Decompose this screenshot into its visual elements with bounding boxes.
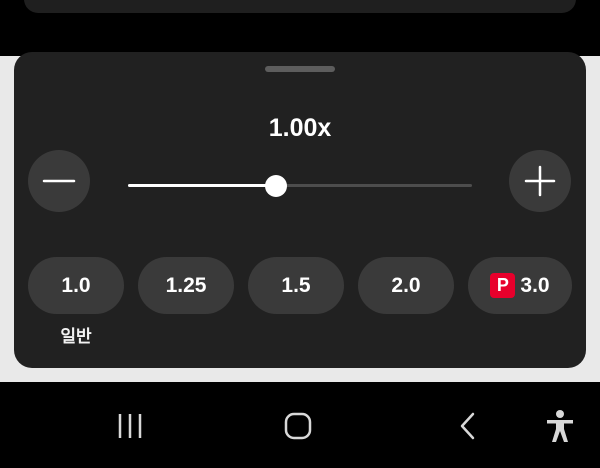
accessibility-icon: [547, 410, 573, 442]
back-button[interactable]: [450, 406, 486, 446]
speed-preset-1-25[interactable]: 1.25: [138, 257, 234, 314]
current-speed-label: 1.00x: [268, 114, 332, 142]
back-icon: [460, 412, 475, 440]
accessibility-button[interactable]: [540, 406, 580, 446]
preset-label: 2.0: [391, 273, 421, 297]
screen: 1.00x 1.0 1.25 1.5 2.0 P 3.0 일반: [0, 0, 600, 468]
minus-icon: [42, 179, 76, 183]
speed-preset-3-0[interactable]: P 3.0: [468, 257, 572, 314]
preset-label: 1.0: [61, 273, 91, 297]
playback-speed-sheet: 1.00x 1.0 1.25 1.5 2.0 P 3.0 일반: [14, 52, 586, 368]
recents-icon: [118, 414, 142, 438]
preset-label: 3.0: [520, 273, 550, 297]
speed-preset-1-5[interactable]: 1.5: [248, 257, 344, 314]
plus-icon: [524, 165, 556, 197]
sheet-drag-handle[interactable]: [265, 66, 335, 72]
decrease-speed-button[interactable]: [28, 150, 90, 212]
speed-preset-1-0[interactable]: 1.0: [28, 257, 124, 314]
premium-badge: P: [490, 273, 516, 298]
speed-slider[interactable]: [128, 174, 472, 198]
system-navigation-bar: [0, 384, 600, 468]
normal-speed-caption: 일반: [60, 327, 92, 347]
increase-speed-button[interactable]: [509, 150, 571, 212]
slider-thumb[interactable]: [264, 175, 287, 197]
preset-label: 1.25: [165, 273, 207, 297]
slider-fill: [128, 184, 276, 187]
home-icon: [284, 412, 312, 440]
recents-button[interactable]: [112, 406, 148, 446]
speed-preset-2-0[interactable]: 2.0: [358, 257, 454, 314]
background-app-bar: [24, 0, 576, 13]
preset-label: 1.5: [281, 273, 311, 297]
home-button[interactable]: [280, 406, 316, 446]
